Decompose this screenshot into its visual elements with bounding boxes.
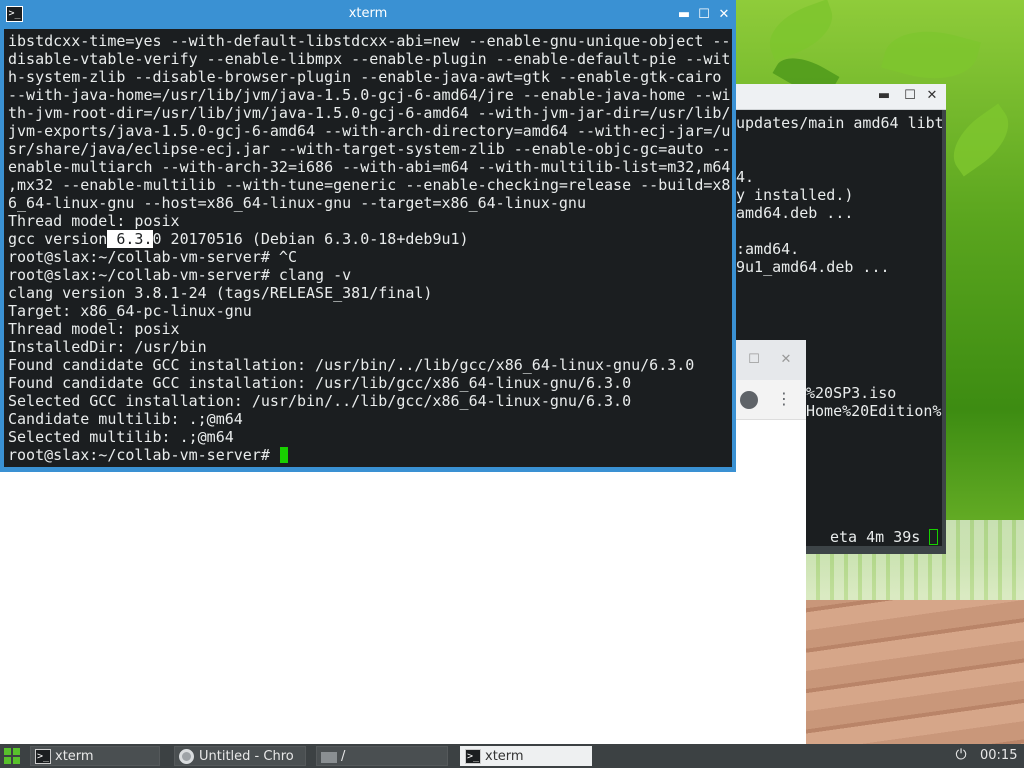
terminal-line: InstalledDir: /usr/bin xyxy=(8,338,207,356)
terminal-icon: >_ xyxy=(35,749,51,764)
terminal-line: Candidate multilib: .;@m64 xyxy=(8,410,243,428)
taskbar-item-xterm-active[interactable]: >_ xterm xyxy=(460,746,592,766)
xterm-titlebar[interactable]: >_ xterm ▬ ☐ ✕ xyxy=(0,0,736,29)
taskbar-item-label: / xyxy=(341,749,346,764)
minimize-icon[interactable]: ▬ xyxy=(676,7,692,22)
clock[interactable]: 00:15 xyxy=(980,748,1017,763)
folder-icon xyxy=(321,752,337,763)
close-icon[interactable]: ✕ xyxy=(778,352,794,367)
terminal-line: --with-java-home=/usr/lib/jvm/java-1.5.0… xyxy=(8,86,731,104)
terminal-line: Target: x86_64-pc-linux-gnu xyxy=(8,302,252,320)
xterm-window[interactable]: >_ xterm ▬ ☐ ✕ ibstdcxx-time=yes --with-… xyxy=(0,0,736,472)
terminal-line: enable-multiarch --with-arch-32=i686 --w… xyxy=(8,158,731,176)
maximize-icon[interactable]: ☐ xyxy=(746,352,762,367)
maximize-icon[interactable]: ☐ xyxy=(696,7,712,22)
menu-dots-icon[interactable]: ⋮ xyxy=(776,389,792,408)
terminal-line: root@slax:~/collab-vm-server# ^C xyxy=(8,248,297,266)
terminal-line: Home%20Edition% xyxy=(806,402,942,420)
terminal-line: sr/share/java/eclipse-ecj.jar --with-tar… xyxy=(8,140,731,158)
background-terminal-titlebar[interactable]: ▬ ☐ ✕ xyxy=(736,84,946,110)
chrome-window[interactable]: ☐ ✕ ⋮ xyxy=(736,340,806,744)
taskbar-item-label: Untitled - Chro xyxy=(199,749,294,764)
terminal-line: clang version 3.8.1-24 (tags/RELEASE_381… xyxy=(8,284,433,302)
power-icon[interactable]: ⏻ xyxy=(952,747,970,763)
chrome-window-body xyxy=(0,470,806,744)
gcc-version-line: gcc version 6.3.0 20170516 (Debian 6.3.0… xyxy=(8,230,469,248)
terminal-line: th-jvm-root-dir=/usr/lib/jvm/java-1.5.0-… xyxy=(8,104,731,122)
terminal-line: amd64.deb ... xyxy=(736,204,854,222)
terminal-line: jvm-exports/java-1.5.0-gcj-6-amd64 --wit… xyxy=(8,122,731,140)
shell-prompt: root@slax:~/collab-vm-server# xyxy=(8,446,279,464)
terminal-line: root@slax:~/collab-vm-server# clang -v xyxy=(8,266,352,284)
profile-avatar-icon[interactable] xyxy=(740,391,758,409)
terminal-cursor xyxy=(929,529,939,545)
terminal-line: y installed.) xyxy=(736,186,854,204)
text-selection: 6.3. xyxy=(107,230,153,248)
terminal-line: 4. xyxy=(736,168,755,186)
minimize-icon[interactable]: ▬ xyxy=(876,88,892,103)
chrome-tab-bar[interactable]: ☐ ✕ xyxy=(736,340,806,380)
terminal-line: 6_64-linux-gnu --host=x86_64-linux-gnu -… xyxy=(8,194,586,212)
terminal-line: Thread model: posix xyxy=(8,212,180,230)
chrome-icon xyxy=(179,749,194,764)
terminal-output[interactable]: ibstdcxx-time=yes --with-default-libstdc… xyxy=(4,29,732,467)
terminal-icon: >_ xyxy=(465,749,481,764)
terminal-line: ibstdcxx-time=yes --with-default-libstdc… xyxy=(8,32,731,50)
terminal-line: Found candidate GCC installation: /usr/l… xyxy=(8,374,632,392)
terminal-line: Thread model: posix xyxy=(8,320,180,338)
start-menu-button[interactable] xyxy=(4,748,20,764)
download-status: eta 4m 39s xyxy=(830,528,939,546)
taskbar-item-file-manager[interactable]: / xyxy=(316,746,448,766)
terminal-line: Selected GCC installation: /usr/bin/../l… xyxy=(8,392,632,410)
maximize-icon[interactable]: ☐ xyxy=(902,88,918,103)
taskbar-item-chrome[interactable]: Untitled - Chro xyxy=(174,746,306,766)
taskbar-item-label: xterm xyxy=(485,749,524,764)
taskbar-item-label: xterm xyxy=(55,749,94,764)
close-icon[interactable]: ✕ xyxy=(924,88,940,103)
close-icon[interactable]: ✕ xyxy=(716,7,732,22)
terminal-line: 9u1_amd64.deb ... xyxy=(736,258,890,276)
terminal-cursor xyxy=(279,447,288,463)
terminal-line: Found candidate GCC installation: /usr/b… xyxy=(8,356,695,374)
window-title: xterm xyxy=(348,6,388,21)
terminal-line: %20SP3.iso xyxy=(806,384,897,402)
terminal-line: h-system-zlib --disable-browser-plugin -… xyxy=(8,68,722,86)
terminal-line: updates/main amd64 libt xyxy=(736,114,942,132)
terminal-line: disable-vtable-verify --enable-libmpx --… xyxy=(8,50,731,68)
terminal-prompt-line[interactable]: root@slax:~/collab-vm-server# xyxy=(8,446,288,464)
terminal-line: Selected multilib: .;@m64 xyxy=(8,428,234,446)
terminal-line: ,mx32 --enable-multilib --with-tune=gene… xyxy=(8,176,731,194)
taskbar-item-xterm[interactable]: >_ xterm xyxy=(30,746,160,766)
chrome-toolbar: ⋮ xyxy=(736,380,806,420)
terminal-line: :amd64. xyxy=(736,240,800,258)
taskbar: >_ xterm Untitled - Chro / >_ xterm ⏻ 00… xyxy=(0,744,1024,768)
